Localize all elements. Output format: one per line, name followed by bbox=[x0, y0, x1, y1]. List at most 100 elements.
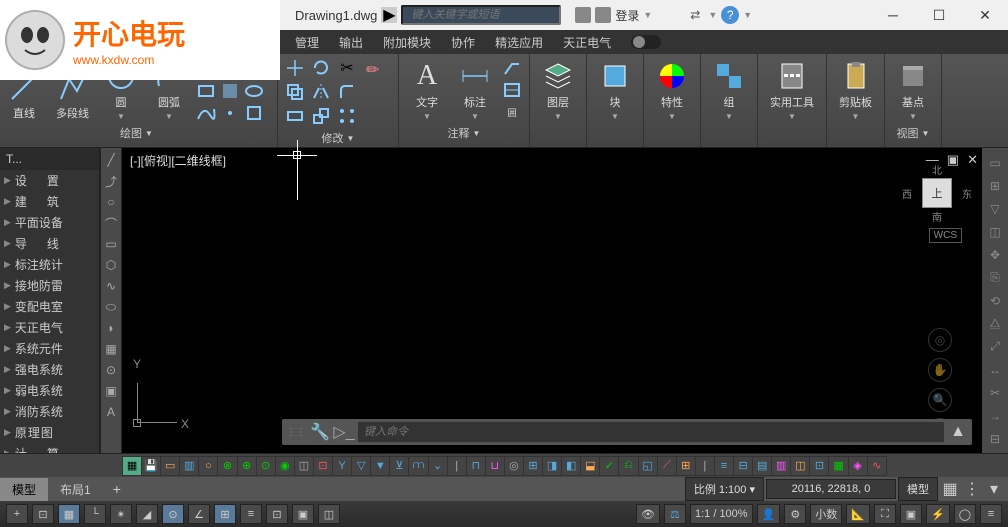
menu-toggle[interactable] bbox=[631, 35, 661, 49]
minimize-button[interactable]: ─ bbox=[870, 0, 916, 30]
clipboard-button[interactable]: 剪贴板 ▼ bbox=[833, 58, 878, 143]
trim-icon[interactable]: ✂ bbox=[336, 58, 358, 78]
tree-item-plane-device[interactable]: ▶平面设备 bbox=[0, 212, 99, 233]
tc-region-icon[interactable]: ▣ bbox=[101, 381, 121, 401]
sb-iso-select-icon[interactable]: ▣ bbox=[900, 504, 922, 524]
sb-decimal-button[interactable]: 小数 bbox=[810, 504, 842, 524]
tree-item-calc[interactable]: ▶计 算 bbox=[0, 443, 99, 453]
sb-customize-icon[interactable]: ≡ bbox=[980, 504, 1002, 524]
sb-ortho-icon[interactable]: └ bbox=[84, 504, 106, 524]
spline-icon[interactable] bbox=[195, 103, 217, 123]
dimension-button[interactable]: 标注 ▼ bbox=[453, 58, 497, 123]
drawing-canvas[interactable]: [-][俯视][二维线框] — ▣ ✕ Y X 北 南 西 东 上 WCS ◎ … bbox=[122, 148, 982, 453]
tab-addon[interactable]: 附加模块 bbox=[373, 31, 441, 54]
array-icon[interactable] bbox=[336, 106, 358, 126]
ir-btn[interactable]: ⟋ bbox=[657, 456, 677, 476]
ir-btn[interactable]: ⬓ bbox=[580, 456, 600, 476]
table-icon[interactable] bbox=[501, 80, 523, 100]
ucs-icon[interactable]: Y X bbox=[137, 373, 187, 423]
properties-button[interactable]: 特性 ▼ bbox=[650, 58, 694, 143]
rp-filter-icon[interactable]: ▽ bbox=[984, 198, 1006, 219]
sb-anno-scale-icon[interactable]: ⚖ bbox=[664, 504, 686, 524]
tc-text-icon[interactable]: A bbox=[101, 402, 121, 422]
panel-annotation-title[interactable]: 注释▼ bbox=[405, 123, 523, 143]
ir-btn[interactable]: ◨ bbox=[542, 456, 562, 476]
layers-button[interactable]: 图层 ▼ bbox=[536, 58, 580, 143]
sb-snap-icon[interactable]: ⊡ bbox=[32, 504, 54, 524]
person-icon[interactable] bbox=[595, 7, 611, 23]
nav-zoom-icon[interactable]: 🔍 bbox=[928, 388, 952, 412]
rp-break-icon[interactable]: ⊟ bbox=[984, 428, 1006, 449]
ir-btn[interactable]: 💾 bbox=[141, 456, 161, 476]
text-button[interactable]: A 文字 ▼ bbox=[405, 58, 449, 123]
tab-model[interactable]: 模型 bbox=[0, 478, 48, 501]
maximize-button[interactable]: ☐ bbox=[916, 0, 962, 30]
sb-anno-vis-icon[interactable]: 👁 bbox=[636, 504, 660, 524]
ir-btn[interactable]: ⩋ bbox=[408, 456, 428, 476]
tree-item-setting[interactable]: ▶设 置 bbox=[0, 170, 99, 191]
tc-hex-icon[interactable]: ⬡ bbox=[101, 255, 121, 275]
tree-item-substation[interactable]: ▶变配电室 bbox=[0, 296, 99, 317]
search-input[interactable] bbox=[401, 5, 561, 25]
tc-hatch-icon[interactable]: ▦ bbox=[101, 339, 121, 359]
tree-item-weak-elec[interactable]: ▶弱电系统 bbox=[0, 380, 99, 401]
rotate-icon[interactable] bbox=[310, 58, 332, 78]
ir-btn[interactable]: ⊙ bbox=[256, 456, 276, 476]
add-layout-button[interactable]: + bbox=[103, 478, 131, 500]
tc-rect-icon[interactable]: ▭ bbox=[101, 234, 121, 254]
tc-point-icon[interactable]: ⊙ bbox=[101, 360, 121, 380]
rp-scale-icon[interactable]: ⤢ bbox=[984, 336, 1006, 357]
tc-arc-icon[interactable]: ⌒ bbox=[101, 213, 121, 233]
tc-circle-icon[interactable]: ○ bbox=[101, 192, 121, 212]
panel-draw-title[interactable]: 绘图▼ bbox=[2, 123, 271, 143]
rp-trim-icon[interactable]: ✂ bbox=[984, 382, 1006, 403]
tc-ellarc-icon[interactable]: ◗ bbox=[101, 318, 121, 338]
tree-item-fire[interactable]: ▶消防系统 bbox=[0, 401, 99, 422]
eraser-button[interactable]: ✏ bbox=[364, 58, 392, 86]
ir-btn[interactable]: ▦ bbox=[828, 456, 848, 476]
rp-copy-icon[interactable]: ⎘ bbox=[984, 267, 1006, 288]
move-icon[interactable] bbox=[284, 58, 306, 78]
ir-btn[interactable]: ⊗ bbox=[217, 456, 237, 476]
sb-osnap-icon[interactable]: ⊙ bbox=[162, 504, 184, 524]
rp-rotate-icon[interactable]: ⟲ bbox=[984, 290, 1006, 311]
ir-btn[interactable]: ✓ bbox=[599, 456, 619, 476]
point-icon[interactable] bbox=[219, 103, 241, 123]
tree-item-strong-elec[interactable]: ▶强电系统 bbox=[0, 359, 99, 380]
ir-btn[interactable]: ▥ bbox=[179, 456, 199, 476]
status-menu-icon[interactable]: ▾ bbox=[984, 479, 1004, 499]
rp-mirror-icon[interactable]: ⧋ bbox=[984, 313, 1006, 334]
tree-item-building[interactable]: ▶建 筑 bbox=[0, 191, 99, 212]
tab-tangent[interactable]: 天正电气 bbox=[553, 31, 621, 54]
sb-iso-icon[interactable]: ◢ bbox=[136, 504, 158, 524]
ir-btn[interactable]: ◈ bbox=[848, 456, 868, 476]
ir-btn[interactable]: ▼ bbox=[370, 456, 390, 476]
nav-pan-icon[interactable]: ✋ bbox=[928, 358, 952, 382]
command-input[interactable] bbox=[358, 422, 944, 442]
ir-btn[interactable]: ◫ bbox=[294, 456, 314, 476]
ir-btn[interactable]: ⎌ bbox=[618, 456, 638, 476]
tc-ellipse-icon[interactable]: ⬭ bbox=[101, 297, 121, 317]
sb-polar-icon[interactable]: ✴ bbox=[110, 504, 132, 524]
exchange-icon[interactable]: ⇄ bbox=[686, 6, 704, 24]
rp-move-icon[interactable]: ✥ bbox=[984, 244, 1006, 265]
ir-btn[interactable]: ▤ bbox=[752, 456, 772, 476]
sb-person-icon[interactable]: 👤 bbox=[757, 504, 781, 524]
rectangle-icon[interactable] bbox=[195, 81, 217, 101]
command-handle[interactable]: ⋮⋮ bbox=[286, 427, 306, 438]
block-button[interactable]: 块 ▼ bbox=[593, 58, 637, 143]
sb-tpy-icon[interactable]: ⊡ bbox=[266, 504, 288, 524]
ir-btn[interactable]: ≡ bbox=[714, 456, 734, 476]
copy-icon[interactable] bbox=[284, 82, 306, 102]
wcs-label[interactable]: WCS bbox=[929, 228, 962, 243]
rp-crop-icon[interactable]: ◫ bbox=[984, 221, 1006, 242]
ir-btn[interactable]: ○ bbox=[198, 456, 218, 476]
panel-modify-title[interactable]: 修改▼ bbox=[284, 128, 392, 148]
tree-item-tangent-elec[interactable]: ▶天正电气 bbox=[0, 317, 99, 338]
ir-btn[interactable]: ◫ bbox=[790, 456, 810, 476]
sb-hw-icon[interactable]: ⚡ bbox=[926, 504, 950, 524]
sb-grid-icon[interactable]: ▦ bbox=[58, 504, 80, 524]
status-more-icon[interactable]: ⋮ bbox=[962, 479, 982, 499]
close-button[interactable]: ✕ bbox=[962, 0, 1008, 30]
sb-sc-icon[interactable]: ◫ bbox=[318, 504, 340, 524]
